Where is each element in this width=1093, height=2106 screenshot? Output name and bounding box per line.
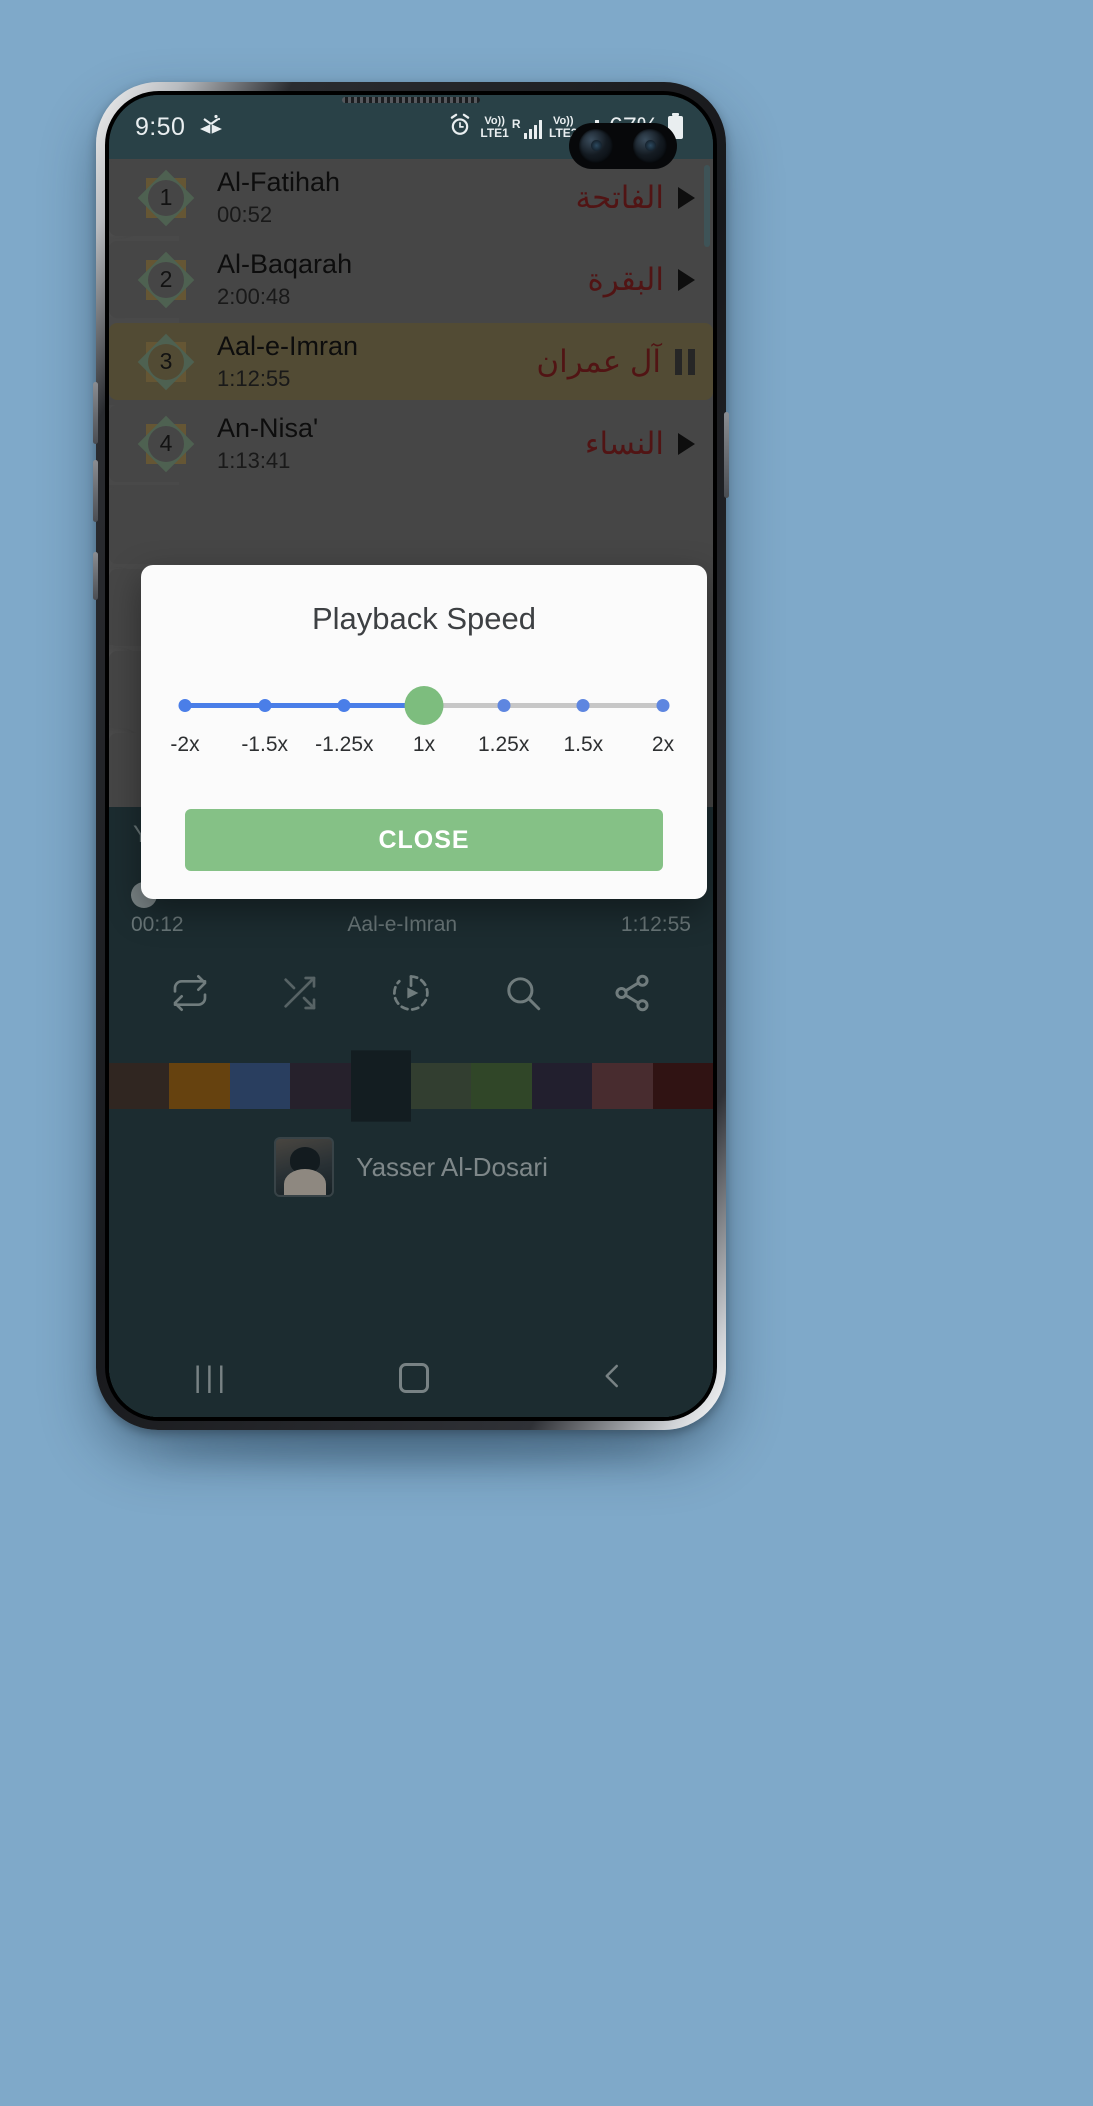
volume-down-button[interactable] xyxy=(93,460,98,522)
phone-bezel: 9:50 Vo)) LTE1 R Vo)) LTE2 1 Al-Fatihah … xyxy=(105,91,717,1421)
sim2-volte-text: Vo)) xyxy=(552,114,574,127)
slider-tick[interactable] xyxy=(258,699,272,712)
slider-tick-label: 2x xyxy=(651,733,675,756)
sim1-volte-text: Vo)) xyxy=(484,114,505,127)
slider-tick-label: 1.5x xyxy=(563,733,604,756)
assistant-button[interactable] xyxy=(93,552,98,600)
clock: 9:50 xyxy=(135,112,186,141)
playback-speed-slider[interactable]: -2x -1.5x -1.25x 1x 1.25x 1.5x 2x xyxy=(170,686,674,763)
slider-tick-label: -2x xyxy=(170,733,200,756)
phone-device-frame: 9:50 Vo)) LTE1 R Vo)) LTE2 1 Al-Fatihah … xyxy=(93,82,729,1430)
slider-thumb[interactable] xyxy=(404,686,444,725)
camera-lens-secondary xyxy=(633,129,667,163)
sim1-volte-label: Vo)) LTE1 xyxy=(480,114,509,140)
status-bar-left: 9:50 xyxy=(135,113,224,142)
slider-tick-label: 1.25x xyxy=(477,733,530,756)
slider-fill xyxy=(185,703,424,708)
dialog-title: Playback Speed xyxy=(311,601,537,636)
slider-tick-label: -1.5x xyxy=(241,733,288,756)
volume-up-button[interactable] xyxy=(93,382,98,444)
playback-speed-dialog: Playback Speed -2x -1.5x -1.25x 1x 1.25x… xyxy=(141,565,707,899)
slider-tick[interactable] xyxy=(178,699,192,712)
sim1-signal-group: Vo)) LTE1 R xyxy=(480,114,542,140)
phone-screen: 9:50 Vo)) LTE1 R Vo)) LTE2 1 Al-Fatihah … xyxy=(109,95,713,1417)
earpiece-speaker xyxy=(342,97,480,103)
alarm-clock-icon xyxy=(447,112,473,143)
quran-icon xyxy=(198,113,224,142)
camera-lens xyxy=(579,129,613,163)
slider-tick[interactable] xyxy=(576,699,590,712)
sim1-signal-bars xyxy=(523,119,542,139)
front-camera-cutout xyxy=(569,123,677,169)
roaming-indicator: R xyxy=(511,116,521,131)
slider-tick[interactable] xyxy=(337,699,351,712)
close-button[interactable]: CLOSE xyxy=(185,809,663,871)
slider-tick[interactable] xyxy=(656,699,670,712)
power-button[interactable] xyxy=(724,412,729,498)
sim1-network-text: LTE1 xyxy=(480,125,509,140)
phone-drop-shadow xyxy=(160,1428,660,1462)
slider-tick-label: -1.25x xyxy=(315,733,374,756)
slider-tick-label: 1x xyxy=(412,733,436,756)
slider-tick[interactable] xyxy=(497,699,511,712)
